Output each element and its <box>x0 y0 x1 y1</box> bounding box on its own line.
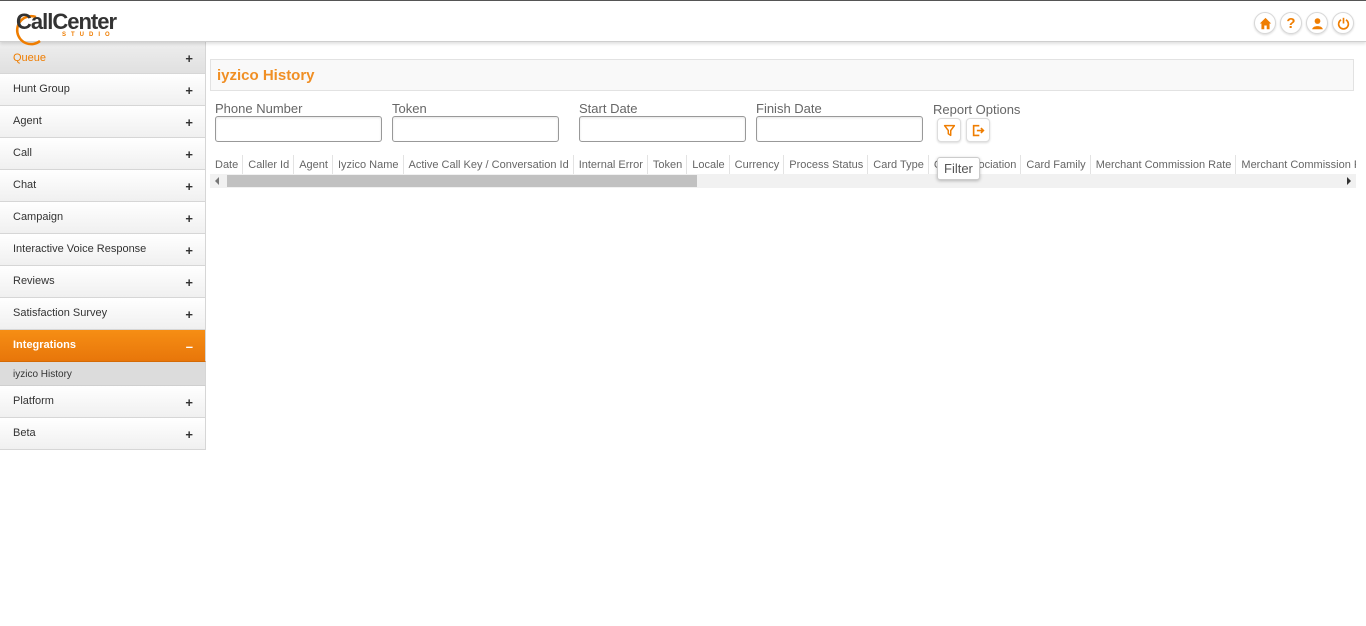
sidebar-item-hunt-group[interactable]: Hunt Group + <box>0 74 206 106</box>
phone-number-input[interactable] <box>215 116 382 142</box>
expand-icon: + <box>185 243 193 258</box>
user-icon[interactable] <box>1306 12 1328 34</box>
sidebar-item-integrations[interactable]: Integrations – <box>0 330 206 362</box>
column-header-agent[interactable]: Agent <box>294 155 333 175</box>
expand-icon: + <box>185 427 193 442</box>
finish-date-label: Finish Date <box>756 101 822 116</box>
sidebar-item-label: Agent <box>13 115 42 127</box>
filter-tooltip: Filter <box>937 157 980 180</box>
sidebar-item-agent[interactable]: Agent + <box>0 106 206 138</box>
sidebar-item-label: Platform <box>13 395 54 407</box>
sidebar-item-label: Chat <box>13 179 37 191</box>
export-button[interactable] <box>966 118 990 142</box>
phone-number-group: Phone Number <box>215 101 382 142</box>
sidebar-item-label: Beta <box>13 427 36 439</box>
phone-number-label: Phone Number <box>215 101 303 116</box>
sidebar-item-call[interactable]: Call + <box>0 138 206 170</box>
column-header-process-status[interactable]: Process Status <box>784 155 869 175</box>
start-date-label: Start Date <box>579 101 638 116</box>
report-options-label: Report Options <box>933 102 1021 117</box>
sidebar-item-label: Integrations <box>13 339 76 351</box>
report-options: Report Options <box>933 101 1020 119</box>
horizontal-scrollbar[interactable] <box>210 174 1356 188</box>
sidebar-item-ivr[interactable]: Interactive Voice Response + <box>0 234 206 266</box>
sidebar: Queue + Hunt Group + Agent + Call + Chat… <box>0 42 206 450</box>
sidebar-item-label: Interactive Voice Response <box>13 243 147 255</box>
sidebar-item-label: Campaign <box>13 211 64 223</box>
sidebar-item-reviews[interactable]: Reviews + <box>0 266 206 298</box>
column-header-internal-error[interactable]: Internal Error <box>574 155 648 175</box>
column-header-date[interactable]: Date <box>210 155 244 175</box>
logo-subtitle: STUDIO <box>62 32 115 38</box>
column-header-locale[interactable]: Locale <box>687 155 730 175</box>
column-header-merchant-commission-rate-amount[interactable]: Merchant Commission Rate Amount <box>1236 155 1356 175</box>
help-icon[interactable]: ? <box>1280 12 1302 34</box>
callcenter-logo[interactable]: CallCenter STUDIO <box>14 7 124 46</box>
sidebar-item-label: Queue <box>13 52 47 64</box>
home-icon[interactable] <box>1254 12 1276 34</box>
scroll-right-arrow-icon[interactable] <box>1347 177 1351 185</box>
expand-icon: + <box>185 395 193 410</box>
expand-icon: + <box>185 275 193 290</box>
expand-icon: + <box>185 147 193 162</box>
sidebar-item-platform[interactable]: Platform + <box>0 386 206 418</box>
sidebar-item-label: Satisfaction Survey <box>13 307 108 319</box>
expand-icon: + <box>185 83 193 98</box>
sidebar-item-beta[interactable]: Beta + <box>0 418 206 450</box>
sidebar-subitem-label: iyzico History <box>13 369 72 380</box>
column-header-active-call-key[interactable]: Active Call Key / Conversation Id <box>404 155 574 175</box>
column-header-currency[interactable]: Currency <box>730 155 785 175</box>
start-date-group: Start Date <box>579 101 746 142</box>
sidebar-item-label: Hunt Group <box>13 83 70 95</box>
token-group: Token <box>392 101 559 142</box>
scrollbar-thumb[interactable] <box>227 175 697 187</box>
finish-date-group: Finish Date <box>756 101 923 142</box>
sidebar-item-campaign[interactable]: Campaign + <box>0 202 206 234</box>
column-header-card-type[interactable]: Card Type <box>868 155 929 175</box>
scroll-left-arrow-icon[interactable] <box>215 177 219 185</box>
sidebar-item-label: Call <box>13 147 32 159</box>
sidebar-item-label: Reviews <box>13 275 55 287</box>
filter-button[interactable] <box>937 118 961 142</box>
expand-icon: + <box>185 51 193 66</box>
page-title: iyzico History <box>217 67 315 84</box>
page-title-bar: iyzico History <box>210 59 1354 91</box>
top-icon-group: ? <box>1254 12 1354 34</box>
start-date-input[interactable] <box>579 116 746 142</box>
token-input[interactable] <box>392 116 559 142</box>
expand-icon: + <box>185 211 193 226</box>
collapse-icon: – <box>185 339 193 354</box>
sidebar-subitem-iyzico-history[interactable]: iyzico History <box>0 362 206 386</box>
top-bar: CallCenter STUDIO ? <box>0 0 1366 46</box>
grid-header: Date Caller Id Agent Iyzico Name Active Call… <box>210 155 1356 175</box>
finish-date-input[interactable] <box>756 116 923 142</box>
token-label: Token <box>392 101 427 116</box>
column-header-iyzico-name[interactable]: Iyzico Name <box>333 155 404 175</box>
expand-icon: + <box>185 307 193 322</box>
sidebar-item-chat[interactable]: Chat + <box>0 170 206 202</box>
help-icon-glyph: ? <box>1286 14 1296 32</box>
power-icon[interactable] <box>1332 12 1354 34</box>
expand-icon: + <box>185 179 193 194</box>
filter-icon <box>943 124 955 136</box>
sidebar-item-satisfaction-survey[interactable]: Satisfaction Survey + <box>0 298 206 330</box>
column-header-token[interactable]: Token <box>648 155 688 175</box>
export-icon <box>972 124 985 136</box>
column-header-card-family[interactable]: Card Family <box>1021 155 1091 175</box>
column-header-merchant-commission-rate[interactable]: Merchant Commission Rate <box>1091 155 1237 175</box>
expand-icon: + <box>185 115 193 130</box>
column-header-caller-id[interactable]: Caller Id <box>243 155 295 175</box>
